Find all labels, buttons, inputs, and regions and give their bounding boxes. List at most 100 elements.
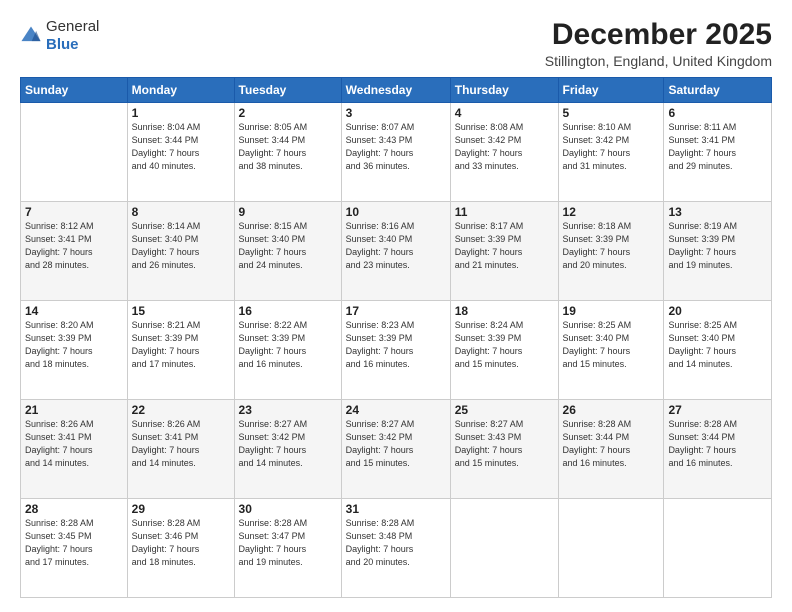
month-title: December 2025: [545, 18, 772, 51]
calendar-cell: 4Sunrise: 8:08 AM Sunset: 3:42 PM Daylig…: [450, 103, 558, 202]
day-header-monday: Monday: [127, 78, 234, 103]
day-number: 20: [668, 304, 767, 318]
day-number: 8: [132, 205, 230, 219]
day-header-thursday: Thursday: [450, 78, 558, 103]
day-info: Sunrise: 8:11 AM Sunset: 3:41 PM Dayligh…: [668, 121, 767, 173]
day-number: 15: [132, 304, 230, 318]
calendar-cell: 17Sunrise: 8:23 AM Sunset: 3:39 PM Dayli…: [341, 301, 450, 400]
day-number: 22: [132, 403, 230, 417]
day-number: 14: [25, 304, 123, 318]
day-number: 9: [239, 205, 337, 219]
calendar-week-1: 1Sunrise: 8:04 AM Sunset: 3:44 PM Daylig…: [21, 103, 772, 202]
day-number: 4: [455, 106, 554, 120]
calendar-cell: 20Sunrise: 8:25 AM Sunset: 3:40 PM Dayli…: [664, 301, 772, 400]
day-info: Sunrise: 8:08 AM Sunset: 3:42 PM Dayligh…: [455, 121, 554, 173]
logo-general: General: [46, 18, 99, 35]
calendar-cell: [450, 499, 558, 598]
calendar-cell: [21, 103, 128, 202]
calendar-cell: 15Sunrise: 8:21 AM Sunset: 3:39 PM Dayli…: [127, 301, 234, 400]
day-number: 27: [668, 403, 767, 417]
page: General Blue December 2025 Stillington, …: [0, 0, 792, 612]
calendar-cell: 5Sunrise: 8:10 AM Sunset: 3:42 PM Daylig…: [558, 103, 664, 202]
calendar-cell: 3Sunrise: 8:07 AM Sunset: 3:43 PM Daylig…: [341, 103, 450, 202]
calendar: SundayMondayTuesdayWednesdayThursdayFrid…: [20, 77, 772, 598]
calendar-cell: 14Sunrise: 8:20 AM Sunset: 3:39 PM Dayli…: [21, 301, 128, 400]
day-header-wednesday: Wednesday: [341, 78, 450, 103]
day-header-sunday: Sunday: [21, 78, 128, 103]
calendar-cell: 21Sunrise: 8:26 AM Sunset: 3:41 PM Dayli…: [21, 400, 128, 499]
day-info: Sunrise: 8:28 AM Sunset: 3:44 PM Dayligh…: [668, 418, 767, 470]
day-number: 24: [346, 403, 446, 417]
day-info: Sunrise: 8:07 AM Sunset: 3:43 PM Dayligh…: [346, 121, 446, 173]
calendar-week-3: 14Sunrise: 8:20 AM Sunset: 3:39 PM Dayli…: [21, 301, 772, 400]
calendar-cell: 6Sunrise: 8:11 AM Sunset: 3:41 PM Daylig…: [664, 103, 772, 202]
day-number: 2: [239, 106, 337, 120]
day-number: 28: [25, 502, 123, 516]
title-block: December 2025 Stillington, England, Unit…: [545, 18, 772, 69]
day-number: 26: [563, 403, 660, 417]
day-info: Sunrise: 8:27 AM Sunset: 3:42 PM Dayligh…: [346, 418, 446, 470]
calendar-header-row: SundayMondayTuesdayWednesdayThursdayFrid…: [21, 78, 772, 103]
day-info: Sunrise: 8:04 AM Sunset: 3:44 PM Dayligh…: [132, 121, 230, 173]
day-info: Sunrise: 8:22 AM Sunset: 3:39 PM Dayligh…: [239, 319, 337, 371]
calendar-cell: 27Sunrise: 8:28 AM Sunset: 3:44 PM Dayli…: [664, 400, 772, 499]
calendar-cell: [558, 499, 664, 598]
calendar-cell: 2Sunrise: 8:05 AM Sunset: 3:44 PM Daylig…: [234, 103, 341, 202]
logo-text: General Blue: [46, 18, 99, 54]
calendar-cell: 13Sunrise: 8:19 AM Sunset: 3:39 PM Dayli…: [664, 202, 772, 301]
calendar-cell: 22Sunrise: 8:26 AM Sunset: 3:41 PM Dayli…: [127, 400, 234, 499]
day-number: 3: [346, 106, 446, 120]
day-info: Sunrise: 8:25 AM Sunset: 3:40 PM Dayligh…: [668, 319, 767, 371]
location: Stillington, England, United Kingdom: [545, 53, 772, 69]
day-info: Sunrise: 8:18 AM Sunset: 3:39 PM Dayligh…: [563, 220, 660, 272]
calendar-cell: 19Sunrise: 8:25 AM Sunset: 3:40 PM Dayli…: [558, 301, 664, 400]
calendar-cell: 30Sunrise: 8:28 AM Sunset: 3:47 PM Dayli…: [234, 499, 341, 598]
day-info: Sunrise: 8:20 AM Sunset: 3:39 PM Dayligh…: [25, 319, 123, 371]
day-number: 12: [563, 205, 660, 219]
day-info: Sunrise: 8:16 AM Sunset: 3:40 PM Dayligh…: [346, 220, 446, 272]
calendar-cell: 31Sunrise: 8:28 AM Sunset: 3:48 PM Dayli…: [341, 499, 450, 598]
day-info: Sunrise: 8:28 AM Sunset: 3:47 PM Dayligh…: [239, 517, 337, 569]
day-number: 30: [239, 502, 337, 516]
day-number: 18: [455, 304, 554, 318]
calendar-cell: 23Sunrise: 8:27 AM Sunset: 3:42 PM Dayli…: [234, 400, 341, 499]
day-info: Sunrise: 8:10 AM Sunset: 3:42 PM Dayligh…: [563, 121, 660, 173]
calendar-cell: 25Sunrise: 8:27 AM Sunset: 3:43 PM Dayli…: [450, 400, 558, 499]
day-number: 7: [25, 205, 123, 219]
calendar-cell: 11Sunrise: 8:17 AM Sunset: 3:39 PM Dayli…: [450, 202, 558, 301]
day-number: 23: [239, 403, 337, 417]
calendar-cell: 7Sunrise: 8:12 AM Sunset: 3:41 PM Daylig…: [21, 202, 128, 301]
day-info: Sunrise: 8:28 AM Sunset: 3:46 PM Dayligh…: [132, 517, 230, 569]
logo-blue: Blue: [46, 36, 79, 53]
day-header-friday: Friday: [558, 78, 664, 103]
day-info: Sunrise: 8:05 AM Sunset: 3:44 PM Dayligh…: [239, 121, 337, 173]
day-number: 25: [455, 403, 554, 417]
calendar-cell: 9Sunrise: 8:15 AM Sunset: 3:40 PM Daylig…: [234, 202, 341, 301]
day-number: 31: [346, 502, 446, 516]
calendar-week-4: 21Sunrise: 8:26 AM Sunset: 3:41 PM Dayli…: [21, 400, 772, 499]
day-header-saturday: Saturday: [664, 78, 772, 103]
calendar-cell: 18Sunrise: 8:24 AM Sunset: 3:39 PM Dayli…: [450, 301, 558, 400]
header: General Blue December 2025 Stillington, …: [20, 18, 772, 69]
day-info: Sunrise: 8:28 AM Sunset: 3:48 PM Dayligh…: [346, 517, 446, 569]
day-info: Sunrise: 8:25 AM Sunset: 3:40 PM Dayligh…: [563, 319, 660, 371]
day-number: 5: [563, 106, 660, 120]
calendar-week-2: 7Sunrise: 8:12 AM Sunset: 3:41 PM Daylig…: [21, 202, 772, 301]
day-info: Sunrise: 8:28 AM Sunset: 3:45 PM Dayligh…: [25, 517, 123, 569]
day-number: 21: [25, 403, 123, 417]
day-number: 10: [346, 205, 446, 219]
day-info: Sunrise: 8:28 AM Sunset: 3:44 PM Dayligh…: [563, 418, 660, 470]
day-info: Sunrise: 8:17 AM Sunset: 3:39 PM Dayligh…: [455, 220, 554, 272]
day-number: 13: [668, 205, 767, 219]
calendar-cell: 26Sunrise: 8:28 AM Sunset: 3:44 PM Dayli…: [558, 400, 664, 499]
calendar-cell: 24Sunrise: 8:27 AM Sunset: 3:42 PM Dayli…: [341, 400, 450, 499]
day-info: Sunrise: 8:26 AM Sunset: 3:41 PM Dayligh…: [25, 418, 123, 470]
calendar-cell: [664, 499, 772, 598]
day-info: Sunrise: 8:15 AM Sunset: 3:40 PM Dayligh…: [239, 220, 337, 272]
calendar-cell: 29Sunrise: 8:28 AM Sunset: 3:46 PM Dayli…: [127, 499, 234, 598]
day-number: 19: [563, 304, 660, 318]
logo-icon: [20, 25, 42, 47]
day-info: Sunrise: 8:26 AM Sunset: 3:41 PM Dayligh…: [132, 418, 230, 470]
day-header-tuesday: Tuesday: [234, 78, 341, 103]
calendar-cell: 8Sunrise: 8:14 AM Sunset: 3:40 PM Daylig…: [127, 202, 234, 301]
